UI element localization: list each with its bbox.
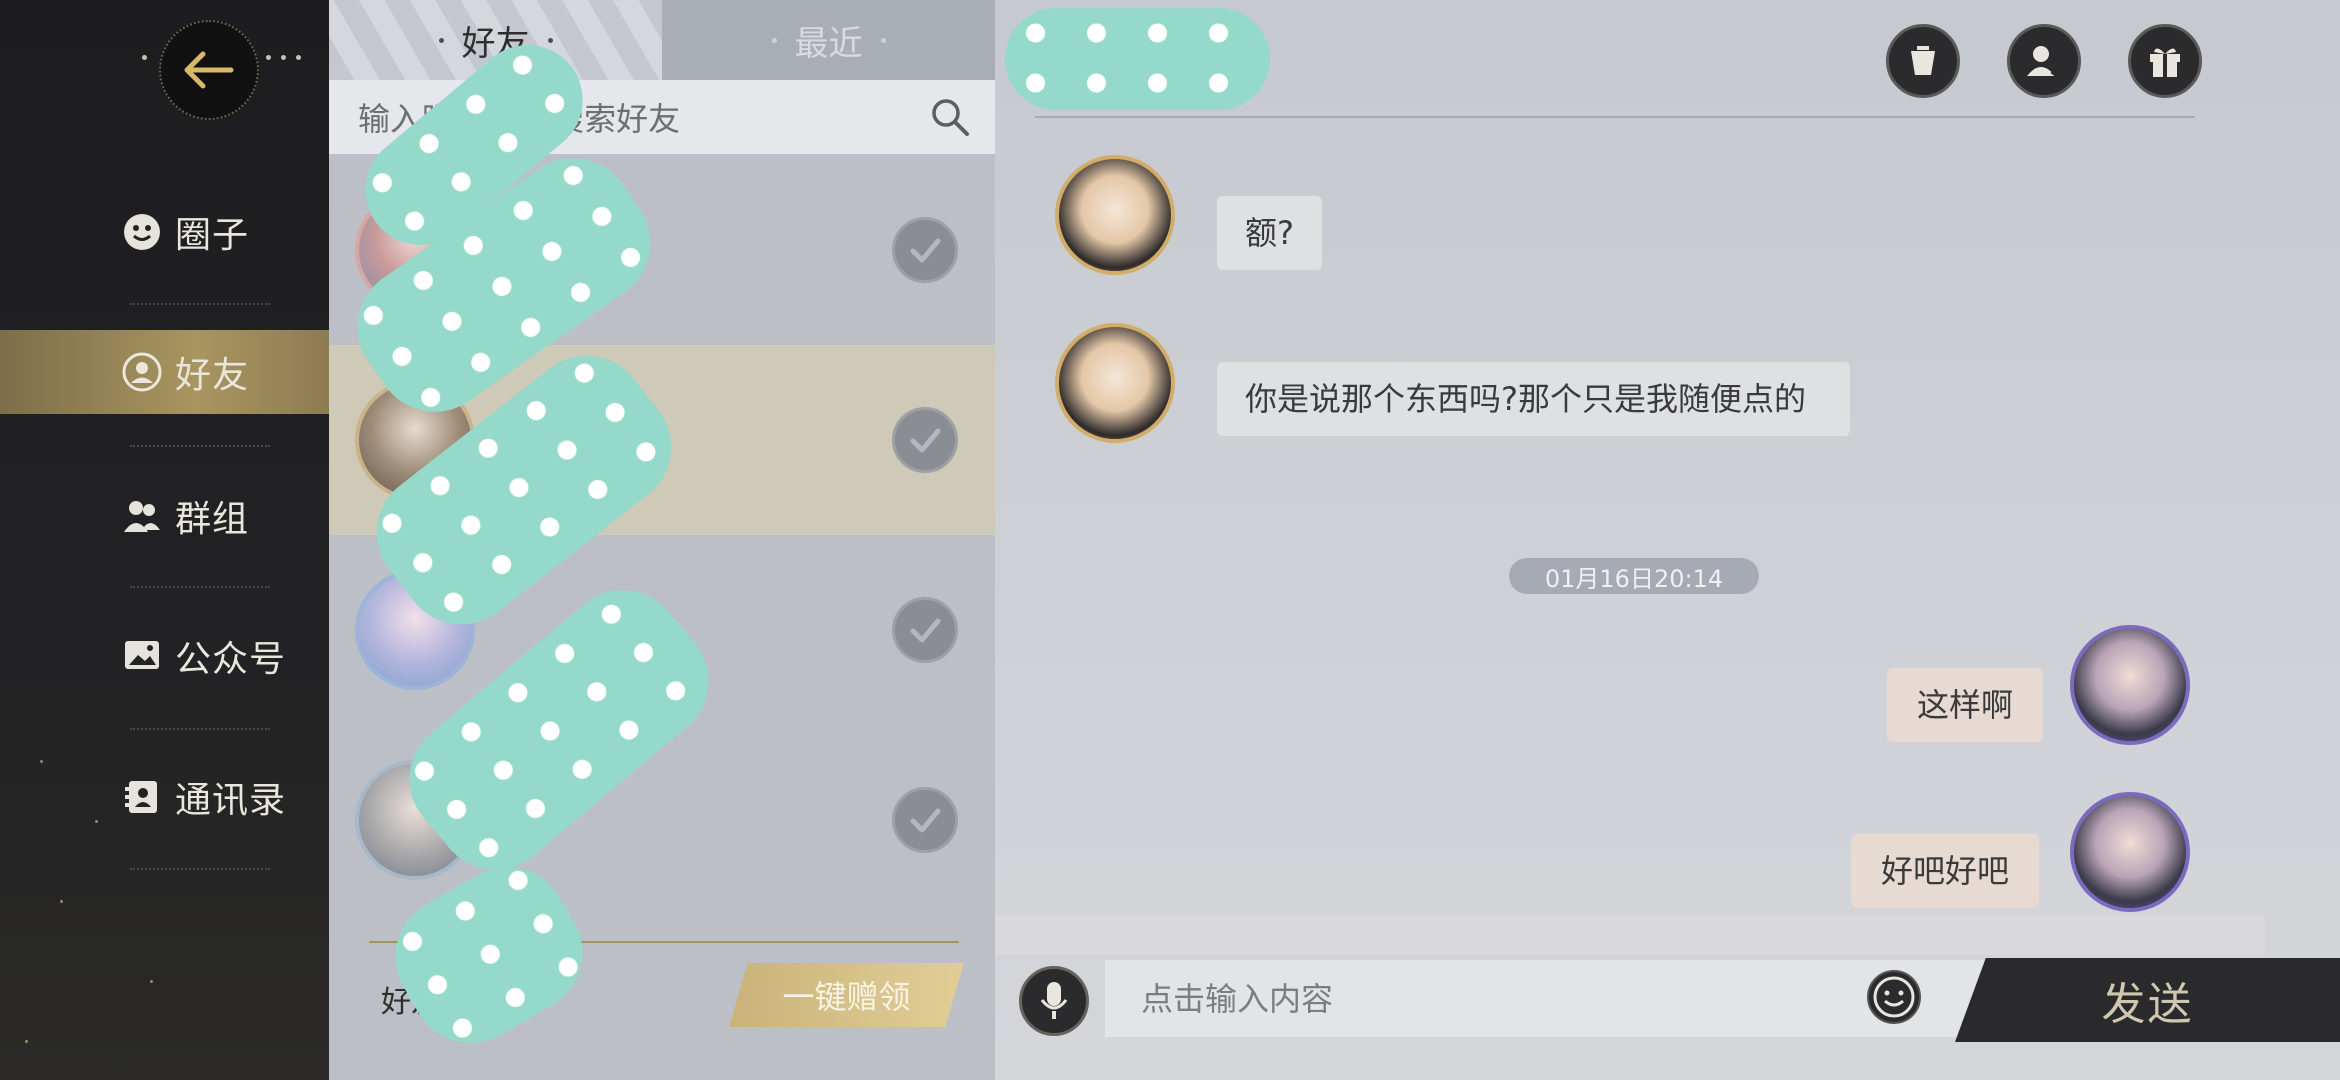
nav-item-circle[interactable]: 圈子	[0, 190, 329, 274]
chat-panel: 额? 你是说那个东西吗?那个只是我随便点的 01月16日20:14 这样啊 好吧…	[995, 0, 2340, 1080]
nav-item-groups[interactable]: 群组	[0, 474, 329, 558]
back-button[interactable]	[159, 20, 259, 120]
tab-bar: 好友 最近	[329, 0, 995, 80]
emoji-icon[interactable]	[1865, 968, 1923, 1026]
gift-check-button[interactable]	[892, 407, 958, 473]
nav-item-label: 群组	[175, 499, 250, 540]
message-bubble-incoming: 额?	[1217, 196, 1322, 270]
gift-button[interactable]	[2128, 24, 2202, 98]
smiley-icon	[122, 212, 162, 252]
divider	[1035, 116, 2195, 118]
nav-item-friends[interactable]: 好友	[0, 330, 329, 414]
nav-item-label: 公众号	[175, 639, 287, 680]
sparkle-decoration	[25, 1040, 28, 1043]
image-icon	[122, 636, 162, 676]
delete-chat-button[interactable]	[1886, 24, 1960, 98]
divider	[130, 445, 270, 447]
claim-all-button[interactable]: 一键赠领	[729, 963, 964, 1027]
tab-recent[interactable]: 最近	[662, 0, 995, 80]
dot-decoration	[880, 37, 886, 43]
nav-item-label: 好友	[175, 355, 250, 396]
arrow-left-icon	[184, 51, 234, 89]
nav-item-label: 圈子	[175, 215, 250, 256]
side-nav: 圈子 好友 群组 公众号 通讯录	[0, 0, 329, 1080]
trash-icon	[1911, 46, 1935, 75]
dot-decoration	[771, 37, 777, 43]
input-bar-strip	[995, 915, 2265, 955]
profile-button[interactable]	[2007, 24, 2081, 98]
dot-decoration	[438, 37, 444, 43]
sparkle-decoration	[60, 900, 63, 903]
voice-button[interactable]	[1019, 966, 1089, 1036]
group-icon	[122, 496, 162, 536]
gift-icon	[2150, 48, 2180, 77]
chat-message-input[interactable]	[1105, 960, 1985, 1037]
friend-avatar[interactable]	[1055, 323, 1175, 443]
sparkle-decoration	[150, 980, 153, 983]
checkmark-icon	[910, 428, 941, 453]
friend-avatar[interactable]	[1055, 155, 1175, 275]
divider	[130, 586, 270, 588]
nav-item-official-accounts[interactable]: 公众号	[0, 614, 329, 698]
divider	[130, 728, 270, 730]
microphone-icon	[1040, 982, 1068, 1019]
checkmark-icon	[910, 238, 941, 263]
tab-label: 最近	[794, 23, 863, 64]
own-avatar[interactable]	[2070, 625, 2190, 745]
message-bubble-incoming: 你是说那个东西吗?那个只是我随便点的	[1217, 362, 1850, 436]
censor-overlay	[1005, 8, 1270, 110]
dot-decoration	[547, 37, 553, 43]
send-button[interactable]: 发送	[1955, 958, 2340, 1042]
gift-check-button[interactable]	[892, 787, 958, 853]
own-avatar[interactable]	[2070, 792, 2190, 912]
nav-item-contacts[interactable]: 通讯录	[0, 755, 329, 839]
checkmark-icon	[910, 618, 941, 643]
search-icon[interactable]	[929, 96, 971, 138]
back-dots-right	[266, 55, 301, 61]
gift-check-button[interactable]	[892, 217, 958, 283]
back-dots-left	[142, 55, 147, 61]
nav-item-label: 通讯录	[175, 780, 287, 821]
gift-check-button[interactable]	[892, 597, 958, 663]
message-timestamp: 01月16日20:14	[1509, 558, 1759, 594]
divider	[130, 868, 270, 870]
divider	[130, 303, 270, 305]
friend-list-panel: 好友 最近 输入昵称或ID搜索好友	[329, 0, 995, 1080]
friend-icon	[122, 352, 162, 392]
message-bubble-outgoing: 这样啊	[1887, 668, 2044, 742]
message-bubble-outgoing: 好吧好吧	[1851, 834, 2040, 908]
user-switch-icon	[2027, 46, 2064, 77]
contacts-icon	[122, 777, 162, 817]
checkmark-icon	[910, 808, 941, 833]
chat-header	[995, 0, 2340, 118]
